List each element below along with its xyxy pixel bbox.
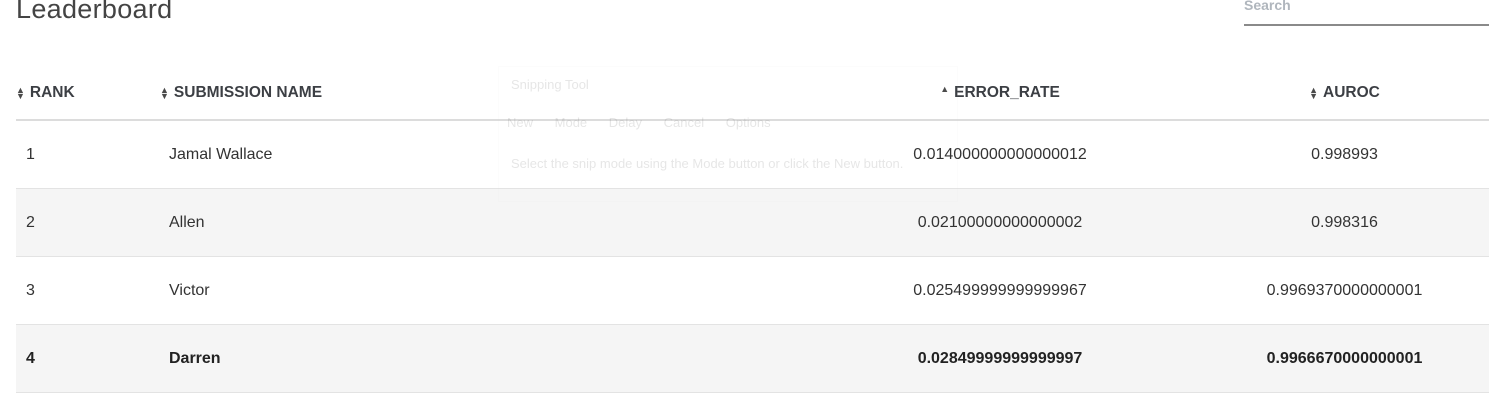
sort-both-icon[interactable]: ▲ ▼: [16, 85, 25, 100]
table-header-row: ▲ ▼ RANK ▲ ▼ SUBMISSION NAME ▲ ERROR_RATE ▲ ▼ A…: [16, 66, 1489, 121]
error-rate-cell: 0.014000000000000012: [800, 120, 1200, 189]
table-row[interactable]: 2 Allen 0.02100000000000002 0.998316: [16, 188, 1489, 257]
search-box[interactable]: [1244, 0, 1489, 26]
column-header-label: ERROR_RATE: [954, 83, 1060, 101]
auroc-cell: 0.998316: [1200, 188, 1489, 257]
rank-cell: 1: [16, 120, 160, 189]
column-header-rank[interactable]: ▲ ▼ RANK: [16, 66, 160, 121]
leaderboard-table: ▲ ▼ RANK ▲ ▼ SUBMISSION NAME ▲ ERROR_RATE ▲ ▼ A…: [16, 66, 1489, 393]
auroc-cell: 0.998993: [1200, 120, 1489, 189]
submission-name-cell: Jamal Wallace: [160, 120, 800, 189]
submission-name-cell: Darren: [160, 324, 800, 393]
column-header-label: RANK: [29, 83, 75, 101]
column-header-error-rate[interactable]: ▲ ERROR_RATE: [800, 66, 1200, 121]
sort-both-icon[interactable]: ▲ ▼: [1309, 85, 1318, 100]
rank-cell: 2: [16, 188, 160, 257]
column-header-label: SUBMISSION NAME: [173, 83, 323, 101]
error-rate-cell: 0.02849999999999997: [800, 324, 1200, 393]
table-row[interactable]: 1 Jamal Wallace 0.014000000000000012 0.9…: [16, 120, 1489, 189]
rank-cell: 3: [16, 256, 160, 325]
column-header-label: AUROC: [1323, 83, 1380, 101]
sort-both-icon[interactable]: ▲ ▼: [160, 85, 169, 100]
table-row-highlighted[interactable]: 4 Darren 0.02849999999999997 0.996667000…: [16, 324, 1489, 393]
leaderboard-page: Leaderboard ▲▼ RANK ▲▼ SUBMISSION NAME ▲ ER…: [0, 0, 1489, 411]
auroc-cell: 0.9966670000000001: [1200, 324, 1489, 393]
error-rate-cell: 0.025499999999999967: [800, 256, 1200, 325]
error-rate-cell: 0.02100000000000002: [800, 188, 1200, 257]
submission-name-cell: Victor: [160, 256, 800, 325]
submission-name-cell: Allen: [160, 188, 800, 257]
table-row[interactable]: 3 Victor 0.025499999999999967 0.99693700…: [16, 256, 1489, 325]
sort-ascending-icon[interactable]: ▲: [940, 84, 949, 99]
page-title: Leaderboard: [16, 0, 173, 24]
rank-cell: 4: [16, 324, 160, 393]
column-header-submission-name[interactable]: ▲ ▼ SUBMISSION NAME: [160, 66, 800, 121]
search-input[interactable]: [1244, 0, 1489, 15]
auroc-cell: 0.9969370000000001: [1200, 256, 1489, 325]
column-header-auroc[interactable]: ▲ ▼ AUROC: [1200, 66, 1489, 121]
